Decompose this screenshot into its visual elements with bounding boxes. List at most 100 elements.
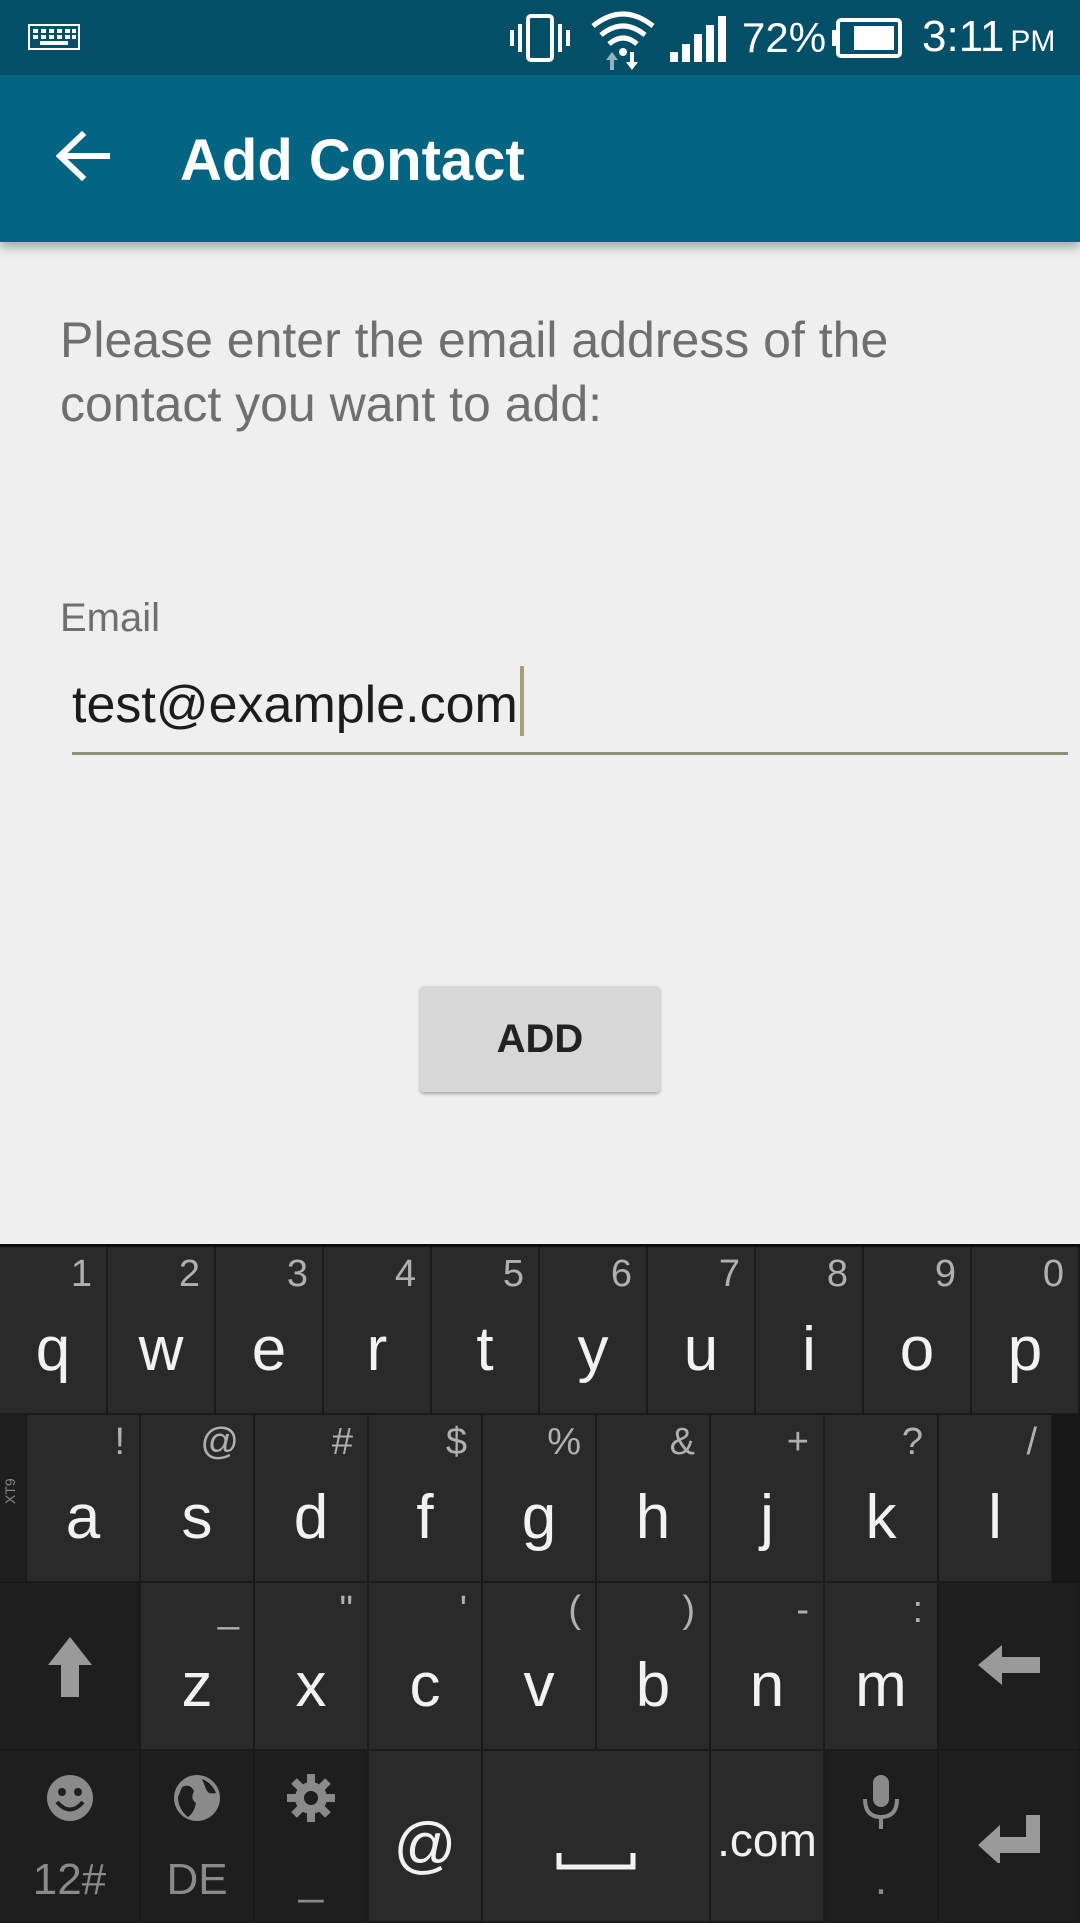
key-n[interactable]: -n bbox=[711, 1583, 825, 1751]
add-button[interactable]: ADD bbox=[420, 986, 660, 1092]
key-hint: / bbox=[1026, 1421, 1037, 1463]
key-u[interactable]: 7u bbox=[648, 1247, 756, 1415]
language-key[interactable]: DE bbox=[141, 1751, 255, 1923]
shift-arrow-icon bbox=[47, 1637, 92, 1697]
key-label: c bbox=[409, 1651, 441, 1720]
enter-key[interactable] bbox=[939, 1751, 1080, 1923]
key-e[interactable]: 3e bbox=[216, 1247, 324, 1415]
key-hint: ' bbox=[459, 1589, 467, 1631]
language-label: DE bbox=[166, 1855, 228, 1904]
key-label: n bbox=[749, 1651, 785, 1720]
symbols-key[interactable]: 12# bbox=[0, 1751, 141, 1923]
key-label: e bbox=[251, 1315, 287, 1384]
key-hint: & bbox=[669, 1421, 695, 1463]
mic-key[interactable]: . bbox=[825, 1751, 939, 1923]
key-hint: $ bbox=[445, 1421, 467, 1463]
key-h[interactable]: & h bbox=[597, 1415, 711, 1583]
key-label: r bbox=[366, 1315, 388, 1384]
settings-sub-label: _ bbox=[298, 1855, 324, 1904]
key-label: t bbox=[476, 1315, 494, 1384]
key-label: b bbox=[635, 1651, 671, 1720]
key-hint: ! bbox=[114, 1421, 125, 1463]
key-hint: 4 bbox=[394, 1253, 416, 1295]
shift-key[interactable] bbox=[0, 1583, 141, 1751]
space-key[interactable] bbox=[483, 1751, 711, 1923]
key-r[interactable]: 4r bbox=[324, 1247, 432, 1415]
key-label: f bbox=[416, 1483, 434, 1552]
email-field[interactable]: test@example.com bbox=[72, 660, 1068, 755]
key-g[interactable]: % g bbox=[483, 1415, 597, 1583]
wifi-icon bbox=[591, 11, 655, 70]
symbols-label: 12# bbox=[32, 1855, 107, 1904]
key-label: o bbox=[899, 1315, 935, 1384]
instruction-text: Please enter the email address of the co… bbox=[60, 312, 889, 432]
key-a[interactable]: ! a bbox=[27, 1415, 141, 1583]
key-label: u bbox=[683, 1315, 719, 1384]
key-x[interactable]: " x bbox=[255, 1583, 369, 1751]
keyboard-icon bbox=[28, 24, 80, 50]
dotcom-key[interactable]: .com bbox=[711, 1751, 825, 1923]
key-label: k bbox=[865, 1483, 897, 1552]
key-w[interactable]: 2w bbox=[108, 1247, 216, 1415]
email-value: test@example.com bbox=[72, 676, 518, 734]
key-hint: 7 bbox=[718, 1253, 740, 1295]
battery-icon bbox=[832, 18, 902, 58]
key-b[interactable]: ) b bbox=[597, 1583, 711, 1751]
soft-keyboard: 1q 2w 3e 4r 5t 6y 7u 8i 9o 0p ! a @ s # d $… bbox=[0, 1244, 1080, 1923]
key-o[interactable]: 9o bbox=[864, 1247, 972, 1415]
key-hint: 8 bbox=[826, 1253, 848, 1295]
key-hint: % bbox=[547, 1421, 581, 1463]
battery-percent: 72% bbox=[742, 14, 827, 61]
key-l[interactable]: / l bbox=[939, 1415, 1053, 1583]
key-f[interactable]: $ f bbox=[369, 1415, 483, 1583]
key-label: w bbox=[138, 1315, 184, 1384]
key-j[interactable]: + j bbox=[711, 1415, 825, 1583]
key-label: x bbox=[295, 1651, 327, 1720]
key-hint: 6 bbox=[610, 1253, 632, 1295]
key-hint: + bbox=[786, 1421, 809, 1463]
arrow-left-icon[interactable] bbox=[56, 131, 110, 181]
key-label: l bbox=[988, 1483, 1002, 1552]
key-hint: # bbox=[331, 1421, 353, 1463]
key-label: d bbox=[293, 1483, 329, 1552]
key-t[interactable]: 5t bbox=[432, 1247, 540, 1415]
clock-ampm: PM bbox=[1010, 25, 1056, 58]
key-c[interactable]: ' c bbox=[369, 1583, 483, 1751]
app-bar: Add Contact bbox=[0, 75, 1080, 242]
key-label: v bbox=[523, 1651, 555, 1720]
key-label: a bbox=[65, 1483, 101, 1552]
key-v[interactable]: (v bbox=[483, 1583, 597, 1751]
key-z[interactable]: _ z bbox=[141, 1583, 255, 1751]
key-hint: 2 bbox=[178, 1253, 200, 1295]
page-title: Add Contact bbox=[180, 128, 525, 193]
xt9-label: XT9 bbox=[2, 1478, 18, 1504]
key-label: p bbox=[1007, 1315, 1043, 1384]
space-bar-icon bbox=[556, 1853, 636, 1870]
status-bar: 72% 3:11 PM bbox=[0, 0, 1080, 75]
xt9-side-tab[interactable]: XT9 bbox=[0, 1414, 26, 1582]
backspace-key[interactable] bbox=[939, 1583, 1080, 1751]
key-k[interactable]: ? k bbox=[825, 1415, 939, 1583]
at-label: @ bbox=[393, 1811, 457, 1880]
key-q[interactable]: 1q bbox=[0, 1247, 108, 1415]
microphone-icon bbox=[863, 1775, 899, 1829]
key-d[interactable]: # d bbox=[255, 1415, 369, 1583]
key-label: z bbox=[181, 1651, 213, 1720]
key-hint: 9 bbox=[934, 1253, 956, 1295]
key-m[interactable]: :m bbox=[825, 1583, 939, 1751]
key-s[interactable]: @ s bbox=[141, 1415, 255, 1583]
key-hint: 3 bbox=[286, 1253, 308, 1295]
key-label: i bbox=[802, 1315, 816, 1384]
key-hint: _ bbox=[217, 1589, 239, 1631]
vibrate-icon bbox=[510, 14, 570, 62]
key-i[interactable]: 8i bbox=[756, 1247, 864, 1415]
key-y[interactable]: 6y bbox=[540, 1247, 648, 1415]
key-p[interactable]: 0p bbox=[972, 1247, 1080, 1415]
emoji-icon bbox=[46, 1775, 93, 1821]
settings-key[interactable]: _ bbox=[255, 1751, 369, 1923]
signal-icon bbox=[670, 16, 726, 62]
at-key[interactable]: @ bbox=[369, 1751, 483, 1923]
key-hint: ( bbox=[568, 1589, 581, 1631]
key-label: y bbox=[577, 1315, 609, 1384]
key-label: m bbox=[855, 1651, 907, 1720]
